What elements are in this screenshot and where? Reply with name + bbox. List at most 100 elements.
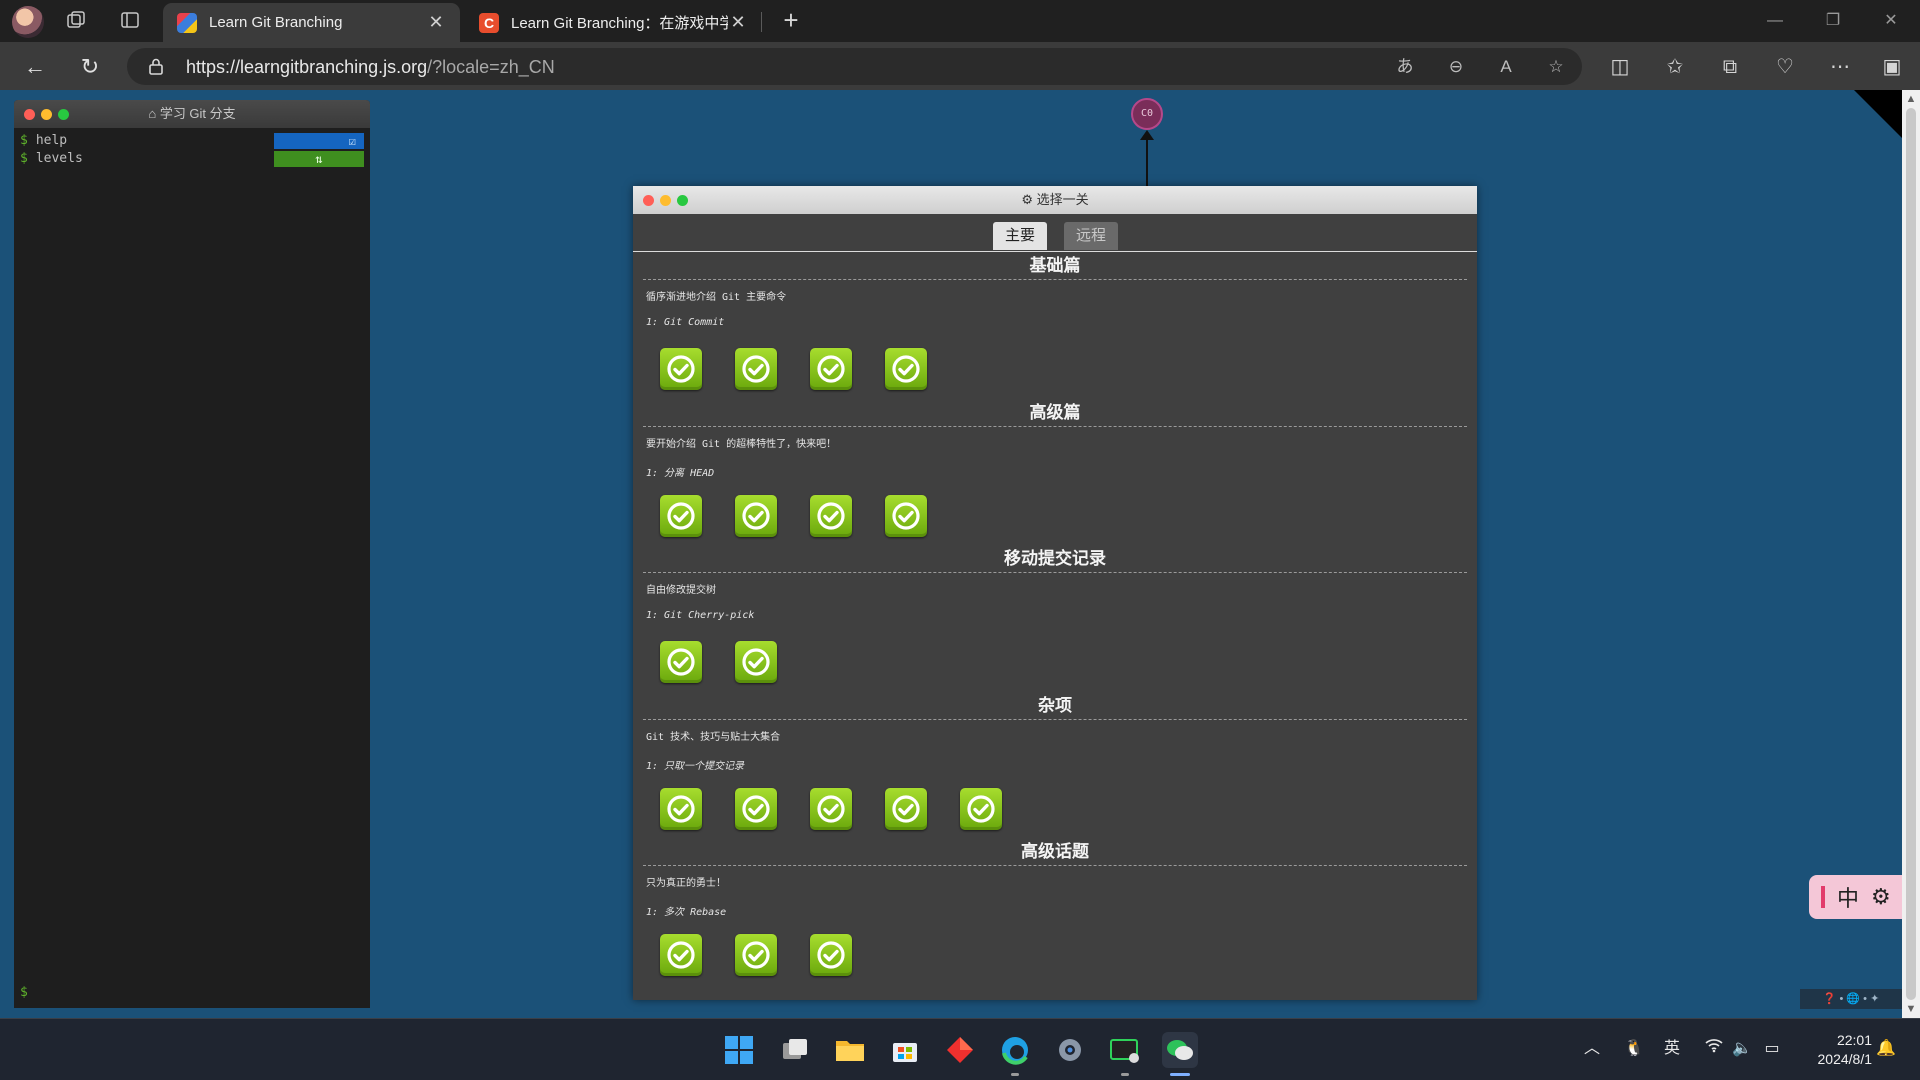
battery-icon[interactable]: ▭ xyxy=(1760,1037,1784,1061)
dialog-title: 选择一关 xyxy=(1036,192,1089,207)
volume-icon[interactable]: 🔈 xyxy=(1730,1037,1754,1061)
browser-essentials-icon[interactable]: ♡ xyxy=(1772,54,1798,80)
system-clock[interactable]: 22:01 2024/8/1 xyxy=(1800,1031,1873,1069)
terminal-input-prompt[interactable]: $ xyxy=(20,985,28,1000)
level-icons xyxy=(660,494,927,537)
task-view-icon[interactable] xyxy=(777,1032,813,1068)
level-button[interactable] xyxy=(885,494,927,537)
sidebar-icon[interactable]: ▣ xyxy=(1879,54,1905,80)
section-description: 只为真正的勇士！ xyxy=(646,878,726,889)
level-button[interactable] xyxy=(660,934,702,976)
ime-mode-toggle[interactable]: 中 xyxy=(1837,881,1859,913)
tab-learn-git-branching[interactable]: Learn Git Branching ✕ xyxy=(163,3,460,42)
translate-icon[interactable]: あ xyxy=(1393,55,1417,79)
level-button[interactable] xyxy=(735,641,777,683)
collections-icon[interactable]: ⧉ xyxy=(1717,54,1743,80)
command-status-badge: ⇅ xyxy=(274,151,364,167)
github-corner-icon[interactable] xyxy=(1854,90,1902,138)
settings-icon[interactable] xyxy=(1052,1032,1088,1068)
git-client-icon[interactable] xyxy=(942,1032,978,1068)
input-language[interactable]: 英 xyxy=(1660,1037,1684,1061)
file-explorer-icon[interactable] xyxy=(832,1032,868,1068)
wifi-icon[interactable] xyxy=(1702,1037,1726,1061)
level-button[interactable] xyxy=(660,641,702,683)
address-bar[interactable]: https://learngitbranching.js.org/?locale… xyxy=(127,48,1582,85)
split-screen-icon[interactable]: ◫ xyxy=(1607,54,1633,80)
level-icons xyxy=(660,787,1002,830)
close-dot-icon[interactable] xyxy=(24,109,35,120)
globe-icon[interactable]: 🌐 xyxy=(1846,993,1860,1005)
level-icons xyxy=(660,934,852,976)
commit-node[interactable]: C0 xyxy=(1131,98,1163,130)
zoom-out-icon[interactable]: ⊖ xyxy=(1444,55,1468,79)
check-circle-icon xyxy=(742,941,770,969)
edge-icon[interactable] xyxy=(997,1032,1033,1068)
terminal-icon[interactable] xyxy=(1107,1032,1143,1068)
maximize-dot-icon[interactable] xyxy=(58,109,69,120)
close-window-icon[interactable]: ✕ xyxy=(1868,8,1914,34)
notification-bell-icon[interactable]: 🔔 xyxy=(1874,1037,1898,1061)
tab-remote[interactable]: 远程 xyxy=(1064,222,1119,250)
restore-icon[interactable]: ❐ xyxy=(1810,8,1856,34)
level-button[interactable] xyxy=(735,494,777,537)
check-circle-icon xyxy=(667,501,695,530)
reload-icon[interactable]: ↻ xyxy=(75,52,105,82)
command-status-badge: ☑ xyxy=(274,133,364,149)
more-icon[interactable]: ⋯ xyxy=(1827,54,1853,80)
level-button[interactable] xyxy=(885,787,927,830)
dialog-title-bar: ⚙ 选择一关 xyxy=(633,186,1477,214)
read-aloud-icon[interactable]: A xyxy=(1494,55,1518,79)
favorites-list-icon[interactable]: ✩ xyxy=(1662,54,1688,80)
scrollbar-thumb[interactable] xyxy=(1906,108,1916,1000)
section-description: Git 技术、技巧与贴士大集合 xyxy=(646,731,781,743)
maximize-dot-icon[interactable] xyxy=(677,195,688,206)
active-indicator xyxy=(1170,1073,1190,1076)
level-button[interactable] xyxy=(660,787,702,830)
back-arrow-icon[interactable]: ← xyxy=(20,52,50,82)
twitter-icon[interactable]: ✦ xyxy=(1870,993,1879,1005)
level-button[interactable] xyxy=(735,348,777,390)
level-button[interactable] xyxy=(810,934,852,976)
level-button[interactable] xyxy=(960,787,1002,830)
terminal-command: help xyxy=(35,133,68,148)
workspaces-icon[interactable] xyxy=(64,9,88,33)
tab-main[interactable]: 主要 xyxy=(993,222,1048,250)
start-icon[interactable] xyxy=(721,1032,757,1068)
qq-icon[interactable]: 🐧 xyxy=(1622,1037,1646,1061)
star-icon[interactable]: ☆ xyxy=(1544,55,1568,79)
level-button[interactable] xyxy=(810,494,852,537)
section-title: 高级篇 xyxy=(643,399,1467,427)
minimize-icon[interactable]: — xyxy=(1752,8,1798,34)
minimize-dot-icon[interactable] xyxy=(41,109,52,120)
ime-settings-icon[interactable]: ⚙ xyxy=(1871,884,1891,910)
running-indicator xyxy=(1011,1073,1019,1076)
tab-learn-git-branching-zh[interactable]: C Learn Git Branching：在游戏中学 ✕ xyxy=(465,3,762,42)
profile-avatar-icon[interactable] xyxy=(12,6,44,38)
url-text[interactable]: https://learngitbranching.js.org/?locale… xyxy=(186,57,555,78)
tab-close-icon[interactable]: ✕ xyxy=(728,12,748,33)
scroll-down-icon[interactable]: ▼ xyxy=(1905,1003,1917,1015)
minimize-dot-icon[interactable] xyxy=(660,195,671,206)
level-button[interactable] xyxy=(885,348,927,390)
help-icon[interactable]: ❓ xyxy=(1823,993,1837,1005)
level-button[interactable] xyxy=(660,494,702,537)
vertical-scrollbar[interactable]: ▲ ▼ xyxy=(1902,90,1920,1018)
level-button[interactable] xyxy=(735,934,777,976)
level-section: 高级话题 只为真正的勇士！ 1: 多次 Rebase xyxy=(643,838,1467,978)
level-button[interactable] xyxy=(810,787,852,830)
gear-icon: ⚙ xyxy=(1021,192,1033,207)
chevron-up-icon[interactable]: ︿ xyxy=(1582,1037,1602,1061)
lock-icon[interactable] xyxy=(147,57,165,75)
wechat-icon[interactable] xyxy=(1162,1032,1198,1068)
level-button[interactable] xyxy=(810,348,852,390)
store-icon[interactable] xyxy=(887,1032,923,1068)
running-indicator xyxy=(1121,1073,1129,1076)
tab-close-icon[interactable]: ✕ xyxy=(426,12,446,33)
level-button[interactable] xyxy=(660,348,702,390)
clock-time: 22:01 xyxy=(1836,1032,1872,1048)
close-dot-icon[interactable] xyxy=(643,195,654,206)
level-button[interactable] xyxy=(735,787,777,830)
scroll-up-icon[interactable]: ▲ xyxy=(1905,93,1917,105)
tab-actions-icon[interactable] xyxy=(118,9,142,33)
new-tab-icon[interactable]: + xyxy=(777,7,805,35)
